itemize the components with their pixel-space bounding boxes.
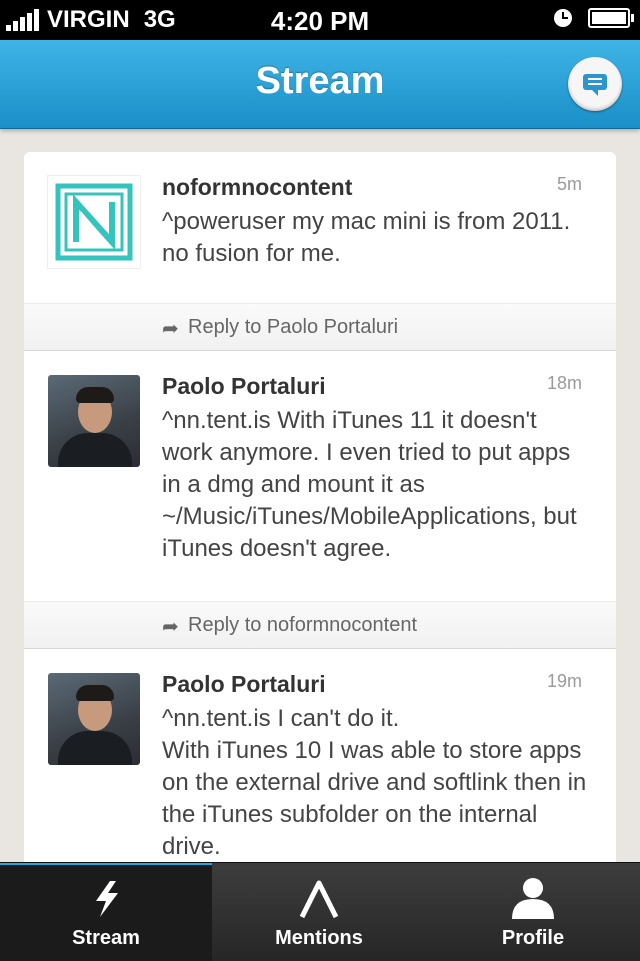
compose-button[interactable]	[568, 57, 622, 111]
status-bar: VIRGIN 3G 4:20 PM	[0, 0, 640, 40]
post-author[interactable]: noformnocontent	[162, 174, 352, 201]
reply-label: Reply to Paolo Portaluri	[188, 316, 399, 338]
reply-arrow-icon: ➦	[162, 616, 179, 638]
avatar[interactable]	[48, 673, 140, 765]
stream-feed[interactable]: noformnocontent 5m ^poweruser my mac min…	[24, 152, 616, 862]
caret-icon	[299, 880, 339, 919]
reply-button[interactable]: ➦ Reply to noformnocontent	[24, 601, 616, 648]
post-item[interactable]: Paolo Portaluri 19m ^nn.tent.is I can't …	[24, 649, 616, 862]
tab-stream[interactable]: Stream	[0, 863, 212, 961]
avatar[interactable]	[48, 375, 140, 467]
post-author[interactable]: Paolo Portaluri	[162, 671, 326, 698]
post-item[interactable]: noformnocontent 5m ^poweruser my mac min…	[24, 152, 616, 351]
post-item[interactable]: Paolo Portaluri 18m ^nn.tent.is With iTu…	[24, 351, 616, 649]
post-text: ^nn.tent.is I can't do it. With iTunes 1…	[162, 705, 587, 860]
person-icon	[512, 878, 554, 919]
tab-label: Mentions	[275, 927, 363, 949]
noformnocontent-logo-icon	[55, 183, 133, 261]
reply-label: Reply to noformnocontent	[188, 614, 418, 636]
page-title: Stream	[255, 60, 385, 102]
battery-icon	[588, 8, 634, 28]
tab-label: Profile	[501, 927, 565, 949]
reply-arrow-icon: ➦	[162, 318, 179, 340]
post-text: ^poweruser my mac mini is from 2011. no …	[162, 208, 577, 267]
tab-profile[interactable]: Profile	[426, 863, 640, 961]
nav-bar: Stream	[0, 40, 640, 129]
alarm-icon	[554, 9, 572, 27]
tab-label: Stream	[72, 927, 140, 949]
post-author[interactable]: Paolo Portaluri	[162, 373, 326, 400]
reply-button[interactable]: ➦ Reply to Paolo Portaluri	[24, 303, 616, 350]
status-time: 4:20 PM	[270, 6, 370, 36]
compose-icon	[583, 74, 607, 96]
post-text: ^nn.tent.is With iTunes 11 it doesn't wo…	[162, 407, 584, 562]
post-time: 5m	[556, 174, 582, 194]
tab-mentions[interactable]: Mentions	[212, 863, 426, 961]
post-time: 18m	[546, 373, 582, 393]
tab-bar: Stream Mentions Profile	[0, 862, 640, 961]
post-time: 19m	[546, 671, 582, 691]
lightning-icon	[96, 881, 118, 917]
status-right	[554, 8, 634, 28]
avatar[interactable]	[48, 176, 140, 268]
